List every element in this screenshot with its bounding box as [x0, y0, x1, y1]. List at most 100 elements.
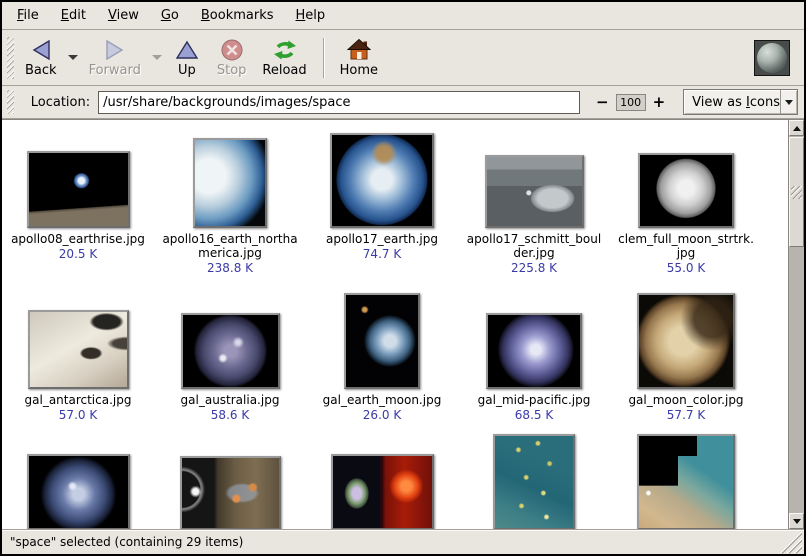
scrollbar-grip-icon — [791, 186, 802, 199]
chevron-down-icon — [152, 55, 162, 60]
toolbar-separator — [323, 38, 324, 78]
file-name: gal_australia.jpg — [181, 393, 280, 407]
file-name: apollo08_earthrise.jpg — [11, 232, 145, 246]
back-history-dropdown[interactable] — [65, 36, 81, 80]
menu-edit[interactable]: Edit — [50, 4, 97, 27]
file-item[interactable]: gal_moon_color.jpg 57.7 K — [610, 278, 762, 430]
file-name: gal_mid-pacific.jpg — [478, 393, 591, 407]
file-thumbnail-australia — [181, 313, 280, 389]
reload-icon — [272, 37, 298, 63]
toolbar: Back Forward Up Stop — [2, 30, 804, 86]
view-as-dropdown-arrow[interactable] — [780, 90, 797, 114]
zoom-in-button[interactable]: + — [649, 93, 670, 111]
file-thumbnail-moon-color — [637, 293, 735, 389]
file-item[interactable]: gal_mid-pacific.jpg 68.5 K — [458, 278, 610, 430]
file-thumbnail-galaxies — [180, 456, 281, 529]
chevron-down-icon — [68, 55, 78, 60]
location-input[interactable] — [98, 91, 580, 114]
file-size: 58.6 K — [211, 408, 249, 422]
menu-go[interactable]: Go — [150, 4, 190, 27]
file-thumbnail-blue-marble — [330, 133, 434, 228]
file-item[interactable]: apollo17_schmitt_boulder.jpg 225.8 K — [458, 120, 610, 278]
stop-button[interactable]: Stop — [209, 33, 255, 82]
throbber — [754, 40, 790, 76]
forward-arrow-icon — [103, 37, 127, 63]
file-size: 238.8 K — [207, 261, 253, 275]
file-size: 20.5 K — [59, 247, 97, 261]
zoom-controls: − 100 + — [592, 93, 669, 111]
icon-view: apollo08_earthrise.jpg 20.5 K apollo16_e… — [2, 120, 788, 529]
arrow-up-icon — [793, 126, 801, 131]
scrollbar-down-button[interactable] — [789, 513, 804, 529]
file-item[interactable]: gal_earth_moon.jpg 26.0 K — [306, 278, 458, 430]
status-text: "space" selected (containing 29 items) — [2, 535, 780, 549]
file-name: clem_full_moon_strtrk.jpg — [618, 232, 754, 260]
file-size: 55.0 K — [667, 261, 705, 275]
file-grid: apollo08_earthrise.jpg 20.5 K apollo16_e… — [2, 120, 788, 529]
forward-history-dropdown[interactable] — [149, 36, 165, 80]
zoom-out-button[interactable]: − — [592, 93, 613, 111]
file-item[interactable]: gal_australia.jpg 58.6 K — [154, 278, 306, 430]
file-thumbnail-earth-moon — [344, 293, 420, 389]
file-thumbnail-antarctica — [28, 310, 129, 389]
file-item[interactable] — [154, 430, 306, 529]
chevron-down-icon — [785, 100, 793, 105]
file-size: 57.0 K — [59, 408, 97, 422]
file-thumbnail-teal-nebula — [493, 434, 575, 529]
file-thumbnail-dark-earth — [27, 454, 130, 529]
location-bar-drag-handle[interactable] — [7, 90, 14, 114]
file-thumbnail-nebulae-pair — [331, 454, 434, 529]
icon-view-pane: apollo08_earthrise.jpg 20.5 K apollo16_e… — [2, 119, 804, 529]
file-item[interactable]: gal_antarctica.jpg 57.0 K — [2, 278, 154, 430]
forward-button[interactable]: Forward — [81, 33, 149, 82]
file-size: 74.7 K — [363, 247, 401, 261]
location-label: Location: — [31, 95, 90, 110]
globe-throbber-icon — [757, 43, 787, 73]
file-item[interactable]: apollo16_earth_northamerica.jpg 238.8 K — [154, 120, 306, 278]
home-icon — [347, 37, 371, 63]
location-bar: Location: − 100 + View as Icons — [2, 86, 804, 119]
file-name: gal_moon_color.jpg — [628, 393, 743, 407]
resize-grip[interactable] — [780, 532, 802, 554]
status-bar: "space" selected (containing 29 items) — [2, 529, 804, 554]
up-arrow-icon — [175, 37, 199, 63]
scrollbar-up-button[interactable] — [789, 120, 804, 136]
file-item[interactable]: apollo08_earthrise.jpg 20.5 K — [2, 120, 154, 278]
up-button[interactable]: Up — [165, 33, 209, 82]
back-arrow-icon — [29, 37, 53, 63]
menu-help[interactable]: Help — [285, 4, 337, 27]
reload-button[interactable]: Reload — [254, 33, 314, 82]
file-thumbnail-orion-nebula — [637, 434, 735, 529]
file-thumbnail-moon-boulder — [485, 155, 584, 228]
view-as-dropdown[interactable]: View as Icons — [683, 89, 798, 115]
vertical-scrollbar[interactable] — [788, 120, 804, 529]
file-thumbnail-mid-pacific — [486, 313, 582, 389]
file-name: apollo17_earth.jpg — [326, 232, 438, 246]
file-manager-window: File Edit View Go Bookmarks Help Back Fo… — [0, 0, 806, 556]
file-size: 26.0 K — [363, 408, 401, 422]
file-item[interactable] — [610, 430, 762, 529]
menu-bookmarks[interactable]: Bookmarks — [190, 4, 285, 27]
file-size: 225.8 K — [511, 261, 557, 275]
file-thumbnail-earthrise — [27, 151, 130, 228]
menu-file[interactable]: File — [6, 4, 50, 27]
file-item[interactable] — [2, 430, 154, 529]
file-thumbnail-earth-northamerica — [193, 138, 267, 228]
file-item[interactable] — [458, 430, 610, 529]
file-item[interactable]: clem_full_moon_strtrk.jpg 55.0 K — [610, 120, 762, 278]
menu-view[interactable]: View — [97, 4, 150, 27]
arrow-down-icon — [793, 519, 801, 524]
file-thumbnail-full-moon — [638, 153, 734, 228]
toolbar-drag-handle[interactable] — [7, 37, 14, 79]
menu-bar: File Edit View Go Bookmarks Help — [2, 2, 804, 30]
file-name: apollo17_schmitt_boulder.jpg — [466, 232, 602, 260]
file-item[interactable]: apollo17_earth.jpg 74.7 K — [306, 120, 458, 278]
file-size: 57.7 K — [667, 408, 705, 422]
file-name: apollo16_earth_northamerica.jpg — [162, 232, 298, 260]
scrollbar-thumb[interactable] — [789, 137, 804, 247]
back-button[interactable]: Back — [17, 33, 65, 82]
zoom-level-indicator[interactable]: 100 — [616, 94, 646, 111]
file-item[interactable] — [306, 430, 458, 529]
home-button[interactable]: Home — [332, 33, 386, 82]
file-name: gal_earth_moon.jpg — [323, 393, 442, 407]
